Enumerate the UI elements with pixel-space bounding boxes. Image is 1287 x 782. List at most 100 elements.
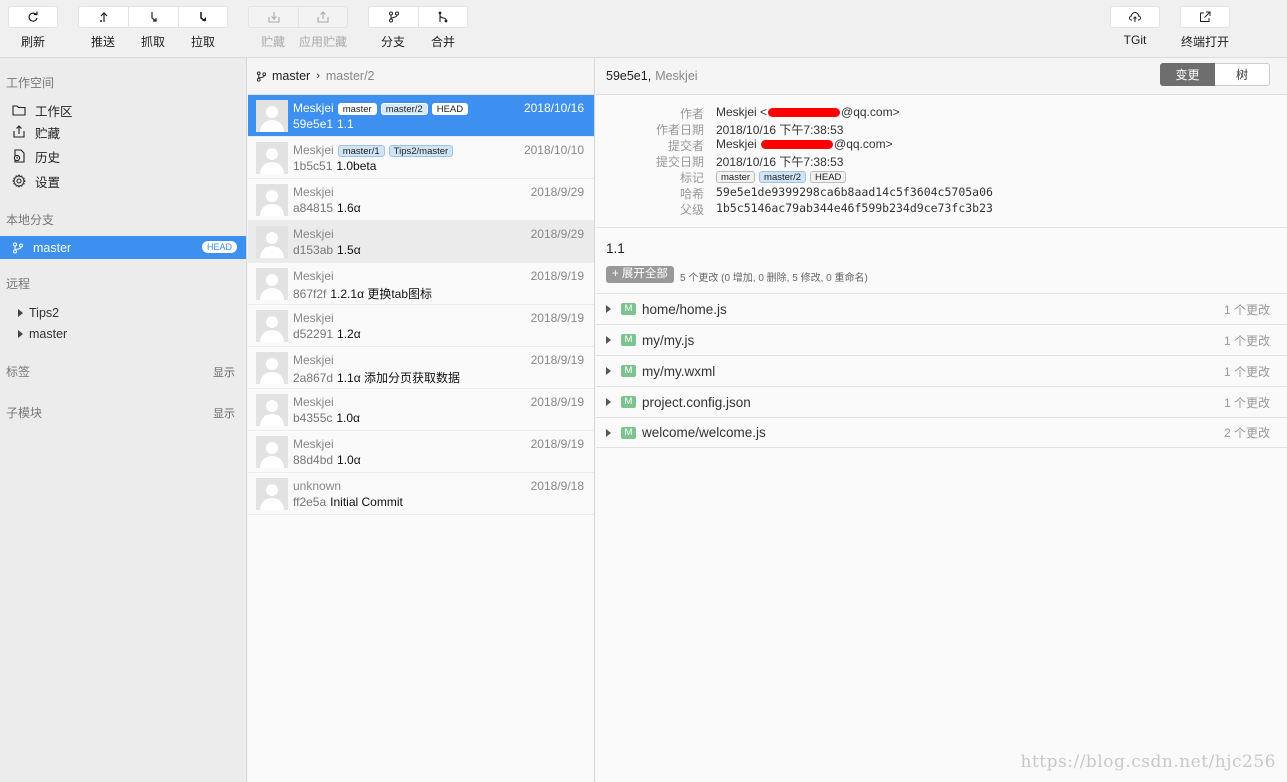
expand-arrow-icon[interactable] bbox=[606, 336, 611, 344]
pull-button[interactable]: 拉取 bbox=[178, 6, 228, 50]
sidebar-item-settings[interactable]: 设置 bbox=[12, 171, 60, 191]
expand-arrow-icon[interactable] bbox=[606, 367, 611, 375]
workspace-title: 工作空间 bbox=[6, 76, 55, 90]
folder-icon bbox=[12, 105, 26, 116]
commit-row[interactable]: Meskjei 2018/9/19 d52291 1.2α bbox=[248, 305, 594, 347]
stash-down-icon bbox=[267, 12, 280, 23]
breadcrumb-separator: › bbox=[316, 70, 320, 82]
avatar bbox=[256, 310, 288, 342]
commit-author: Meskjei bbox=[293, 353, 334, 367]
detail-header: 59e5e1, Meskjei 变更 树 bbox=[596, 58, 1287, 95]
info-refs: 标记 master master/2 HEAD bbox=[596, 169, 1287, 185]
submodules-show-button[interactable]: 显示 bbox=[213, 405, 235, 421]
info-value: Meskjei < @qq.com> bbox=[716, 105, 900, 119]
external-link-icon bbox=[1200, 11, 1211, 22]
commit-message: 1.0α bbox=[337, 453, 361, 467]
commit-detail: 59e5e1, Meskjei 变更 树 作者 Meskjei < @qq.com… bbox=[596, 58, 1287, 782]
changed-file-row[interactable]: Mproject.config.json 1 个更改 bbox=[596, 386, 1287, 417]
parent-hash-link[interactable]: 1b5c5146ac79ab344e46f599b234d9ce73fc3b23 bbox=[716, 201, 993, 215]
tags-show-button[interactable]: 显示 bbox=[213, 364, 235, 380]
terminal-button[interactable]: 终端打开 bbox=[1180, 6, 1230, 50]
user-silhouette-icon bbox=[260, 484, 284, 510]
info-value: 2018/10/16 下午7:38:53 bbox=[716, 155, 844, 169]
watermark: https://blog.csdn.net/hjc256 bbox=[1020, 752, 1276, 772]
sidebar-item-stash[interactable]: 贮藏 bbox=[12, 122, 60, 142]
commit-row[interactable]: Meskjei 2018/9/19 2a867d 1.1α 添加分页获取数据 bbox=[248, 347, 594, 389]
sidebar-item-label: 历史 bbox=[35, 150, 61, 165]
commit-hash: b4355c 1.0α bbox=[293, 411, 360, 425]
commit-author: Meskjei master/1 Tips2/master bbox=[293, 143, 454, 157]
commit-date: 2018/9/19 bbox=[530, 437, 584, 451]
current-branch: master bbox=[272, 69, 311, 83]
changed-file-row[interactable]: Mwelcome/welcome.js 2 个更改 bbox=[596, 417, 1287, 448]
commit-author: Meskjei bbox=[293, 269, 334, 283]
ref-tag: master/2 bbox=[759, 171, 807, 183]
tgit-button[interactable]: TGit bbox=[1110, 6, 1160, 47]
commit-message: Initial Commit bbox=[330, 495, 403, 509]
view-toggle: 变更 树 bbox=[1160, 63, 1270, 86]
compare-branch[interactable]: master/2 bbox=[326, 69, 375, 83]
commit-message: 1.2α bbox=[337, 327, 361, 341]
terminal-label: 终端打开 bbox=[1180, 35, 1229, 49]
sidebar: 工作空间 工作区 贮藏 历史 设置 本地分支 master HEAD 远程 Ti… bbox=[0, 58, 247, 782]
info-label: 父级 bbox=[679, 203, 704, 217]
commit-message: 1.2.1α 更换tab图标 bbox=[330, 287, 433, 301]
info-committer: 提交者 Meskjei @qq.com> bbox=[596, 137, 1287, 153]
avatar bbox=[256, 268, 288, 300]
toolbar: 刷新 推送 抓取 拉取 贮藏 应用贮藏 分支 合并 TGit 终端打开 bbox=[0, 0, 1287, 58]
info-value: 2018/10/16 下午7:38:53 bbox=[716, 123, 844, 137]
commit-row[interactable]: Meskjei 2018/9/29 a84815 1.6α bbox=[248, 179, 594, 221]
sidebar-item-label: 贮藏 bbox=[35, 126, 61, 141]
merge-label: 合并 bbox=[430, 35, 455, 49]
tags-title: 标签 bbox=[6, 365, 31, 379]
changed-file-row[interactable]: Mmy/my.js 1 个更改 bbox=[596, 324, 1287, 355]
sidebar-item-branch-master[interactable]: master HEAD bbox=[0, 236, 246, 259]
user-silhouette-icon bbox=[260, 190, 284, 216]
expand-arrow-icon[interactable] bbox=[606, 305, 611, 313]
commit-date: 2018/9/19 bbox=[530, 269, 584, 283]
commit-row[interactable]: Meskjei master master/2 HEAD 2018/10/16 59e5e… bbox=[248, 95, 594, 137]
remote-item-tips2[interactable]: Tips2 bbox=[18, 306, 59, 320]
avatar bbox=[256, 478, 288, 510]
info-label: 作者 bbox=[679, 107, 704, 121]
sidebar-item-workspace[interactable]: 工作区 bbox=[12, 100, 73, 120]
expand-all-button[interactable]: + 展开全部 bbox=[606, 266, 674, 283]
commit-row[interactable]: unknown 2018/9/18 ff2e5a Initial Commit bbox=[248, 473, 594, 515]
expand-arrow-icon[interactable] bbox=[606, 428, 611, 437]
commit-list: master › master/2 Meskjei master master/2 H… bbox=[248, 58, 595, 782]
commit-row[interactable]: Meskjei 2018/9/29 d153ab 1.5α bbox=[248, 221, 594, 263]
tab-changes[interactable]: 变更 bbox=[1160, 63, 1215, 86]
change-summary: 5 个更改 (0 增加, 0 删除, 5 修改, 0 重命名) bbox=[680, 273, 868, 284]
changed-file-row[interactable]: Mhome/home.js 1 个更改 bbox=[596, 293, 1287, 324]
expand-arrow-icon[interactable] bbox=[18, 330, 23, 338]
commit-row[interactable]: Meskjei master/1 Tips2/master 2018/10/10 1b5… bbox=[248, 137, 594, 179]
expand-arrow-icon[interactable] bbox=[606, 398, 611, 406]
branch-icon bbox=[13, 242, 23, 253]
file-path: my/my.js bbox=[642, 332, 695, 348]
commit-subject: 1.1 bbox=[606, 241, 625, 256]
local-branches-title: 本地分支 bbox=[6, 213, 55, 227]
tab-tree[interactable]: 树 bbox=[1215, 63, 1270, 86]
merge-button[interactable]: 合并 bbox=[418, 6, 468, 50]
commit-row[interactable]: Meskjei 2018/9/19 b4355c 1.0α bbox=[248, 389, 594, 431]
commit-row[interactable]: Meskjei 2018/9/19 88d4bd 1.0α bbox=[248, 431, 594, 473]
commit-hash: 867f2f 1.2.1α 更换tab图标 bbox=[293, 287, 433, 301]
refresh-button[interactable]: 刷新 bbox=[8, 6, 58, 50]
remote-item-master[interactable]: master bbox=[18, 327, 67, 341]
commit-hash: d52291 1.2α bbox=[293, 327, 361, 341]
user-silhouette-icon bbox=[260, 442, 284, 468]
refresh-label: 刷新 bbox=[20, 35, 45, 49]
sidebar-item-history[interactable]: 历史 bbox=[12, 146, 60, 166]
expand-arrow-icon[interactable] bbox=[18, 309, 23, 317]
commit-date: 2018/10/10 bbox=[523, 143, 584, 157]
commit-row[interactable]: Meskjei 2018/9/19 867f2f 1.2.1α 更换tab图标 bbox=[248, 263, 594, 305]
commit-hash: 88d4bd 1.0α bbox=[293, 453, 361, 467]
info-value: Meskjei @qq.com> bbox=[716, 137, 893, 151]
commit-author: Meskjei bbox=[293, 311, 334, 325]
changed-file-row[interactable]: Mmy/my.wxml 1 个更改 bbox=[596, 355, 1287, 386]
commit-hash: 59e5e1 1.1 bbox=[293, 117, 354, 131]
info-label: 标记 bbox=[679, 171, 704, 185]
apply-stash-button[interactable]: 应用贮藏 bbox=[298, 6, 348, 50]
commit-date: 2018/9/19 bbox=[530, 353, 584, 367]
user-silhouette-icon bbox=[260, 148, 284, 174]
